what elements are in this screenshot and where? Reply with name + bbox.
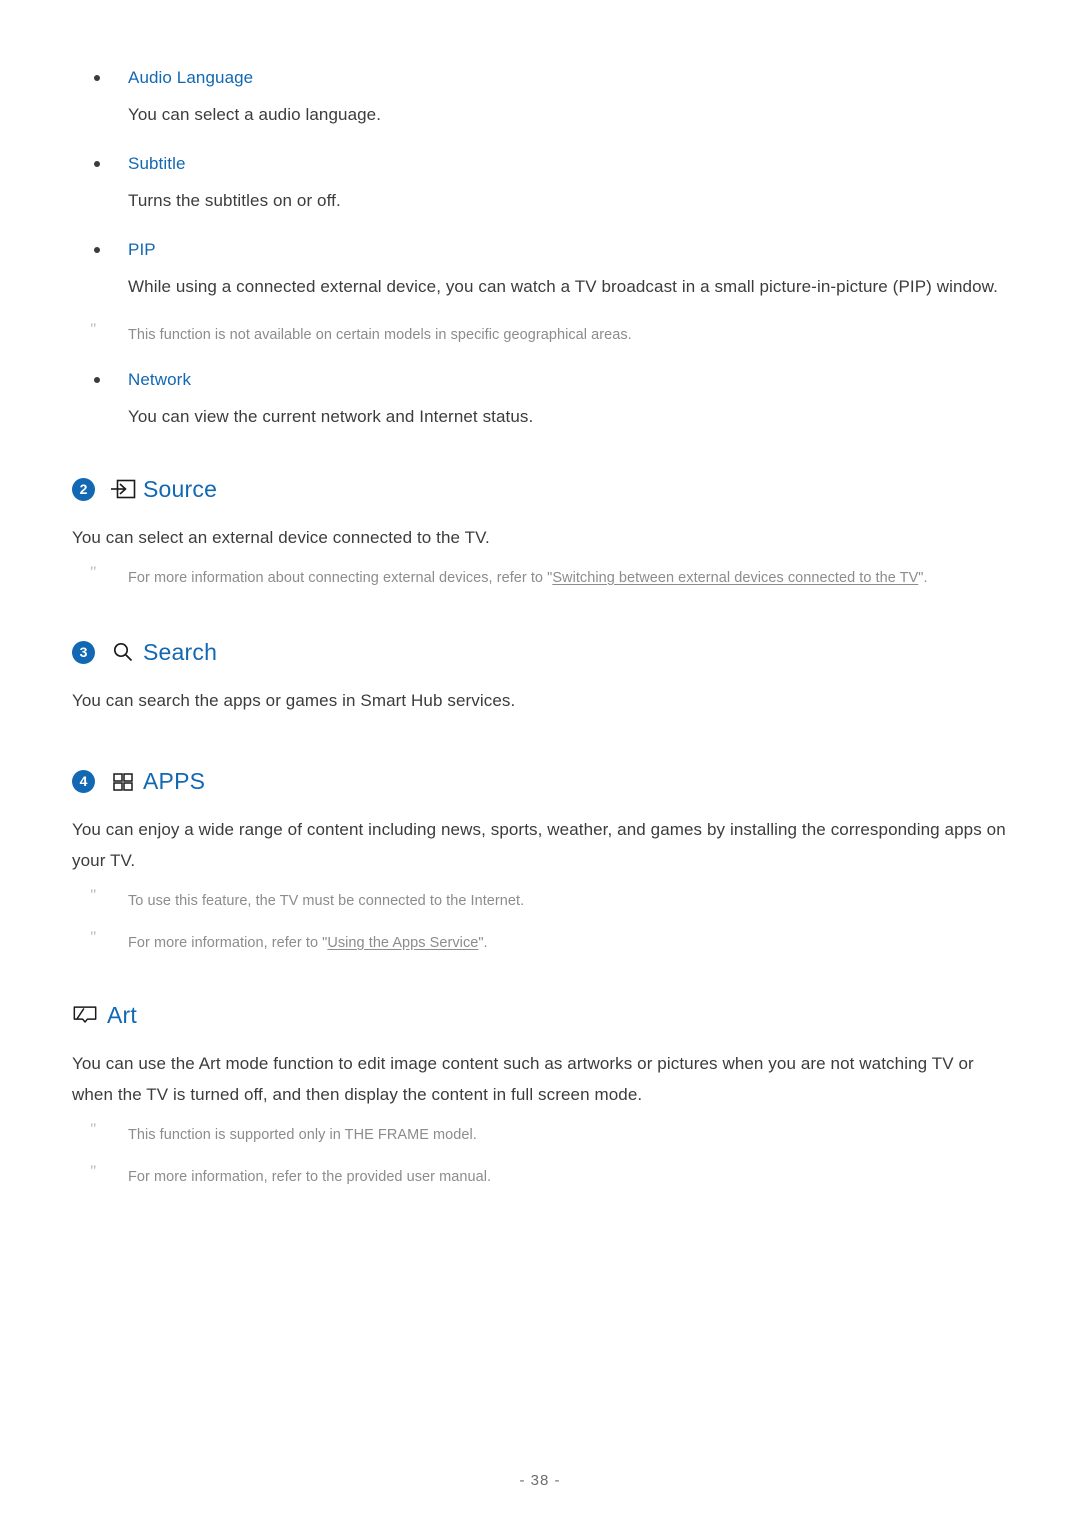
list-item: PIP While using a connected external dev… bbox=[72, 234, 1008, 302]
note-link[interactable]: Switching between external devices conne… bbox=[552, 570, 918, 586]
section-heading: 2 Source bbox=[72, 472, 1008, 506]
note: " For more information, refer to "Using … bbox=[72, 929, 1008, 956]
section-art: Art You can use the Art mode function to… bbox=[72, 998, 1008, 1190]
note: " For more information, refer to the pro… bbox=[72, 1163, 1008, 1190]
section-notes: " To use this feature, the TV must be co… bbox=[72, 887, 1008, 956]
option-description: While using a connected external device,… bbox=[128, 277, 998, 296]
note-marker-icon: " bbox=[90, 929, 97, 946]
note-text-prefix: To use this feature, the TV must be conn… bbox=[128, 893, 525, 909]
section-heading: 4 APPS bbox=[72, 764, 1008, 798]
section-heading: 3 Search bbox=[72, 635, 1008, 669]
list-item: Network You can view the current network… bbox=[72, 364, 1008, 432]
option-title: Audio Language bbox=[128, 68, 254, 87]
art-frame-icon bbox=[72, 1003, 98, 1027]
section-heading: Art bbox=[72, 998, 1008, 1032]
step-number-badge: 2 bbox=[72, 477, 95, 501]
option-description: Turns the subtitles on or off. bbox=[128, 191, 341, 210]
options-list: Audio Language You can select a audio la… bbox=[72, 0, 1008, 432]
option-title: Network bbox=[128, 370, 192, 389]
note-marker-icon: " bbox=[90, 887, 97, 904]
section-title: Search bbox=[143, 638, 218, 665]
section-title: Art bbox=[107, 1001, 137, 1028]
section-source: 2 Source You can select an external devi… bbox=[72, 472, 1008, 591]
note-marker-icon: " bbox=[90, 1121, 97, 1138]
section-apps: 4 APPS You can enjoy a wide range of con… bbox=[72, 764, 1008, 956]
option-title: Subtitle bbox=[128, 154, 186, 173]
search-icon bbox=[110, 640, 136, 664]
section-title: Source bbox=[143, 475, 218, 502]
list-item: Subtitle Turns the subtitles on or off. bbox=[72, 148, 1008, 216]
section-notes: " For more information about connecting … bbox=[72, 564, 1008, 591]
note-text-suffix: ". bbox=[478, 935, 488, 951]
step-number-badge: 3 bbox=[72, 640, 95, 664]
note: " To use this feature, the TV must be co… bbox=[72, 887, 1008, 914]
note-link[interactable]: Using the Apps Service bbox=[327, 935, 478, 951]
option-title: PIP bbox=[128, 240, 156, 259]
note: " This function is not available on cert… bbox=[72, 321, 1008, 348]
section-body: You can search the apps or games in Smar… bbox=[72, 691, 516, 710]
note-text-prefix: This function is supported only in THE F… bbox=[128, 1127, 477, 1143]
bullet-icon bbox=[94, 377, 100, 383]
note-text-prefix: For more information, refer to the provi… bbox=[128, 1169, 492, 1185]
note: " This function is supported only in THE… bbox=[72, 1121, 1008, 1148]
note-text-suffix: ". bbox=[918, 570, 928, 586]
section-search: 3 Search You can search the apps or game… bbox=[72, 635, 1008, 716]
note-marker-icon: " bbox=[90, 1163, 97, 1180]
note-marker-icon: " bbox=[90, 321, 97, 338]
note-marker-icon: " bbox=[90, 564, 97, 581]
bullet-icon bbox=[94, 75, 100, 81]
source-input-icon bbox=[110, 477, 136, 501]
option-description: You can view the current network and Int… bbox=[128, 407, 534, 426]
note-text-prefix: For more information about connecting ex… bbox=[128, 570, 553, 586]
section-notes: " This function is supported only in THE… bbox=[72, 1121, 1008, 1190]
document-page: Audio Language You can select a audio la… bbox=[0, 0, 1080, 1527]
step-number-badge: 4 bbox=[72, 769, 95, 793]
list-item: Audio Language You can select a audio la… bbox=[72, 62, 1008, 130]
bullet-icon bbox=[94, 161, 100, 167]
note-text-prefix: For more information, refer to " bbox=[128, 935, 328, 951]
apps-grid-icon bbox=[110, 769, 136, 793]
section-body: You can enjoy a wide range of content in… bbox=[72, 820, 1006, 870]
section-body: You can select an external device connec… bbox=[72, 528, 490, 547]
bullet-icon bbox=[94, 247, 100, 253]
note-text: This function is not available on certai… bbox=[128, 327, 632, 343]
section-body: You can use the Art mode function to edi… bbox=[72, 1054, 974, 1104]
note: " For more information about connecting … bbox=[72, 564, 1008, 591]
section-title: APPS bbox=[143, 767, 206, 794]
page-number: - 38 - bbox=[519, 1472, 561, 1489]
option-description: You can select a audio language. bbox=[128, 105, 382, 124]
